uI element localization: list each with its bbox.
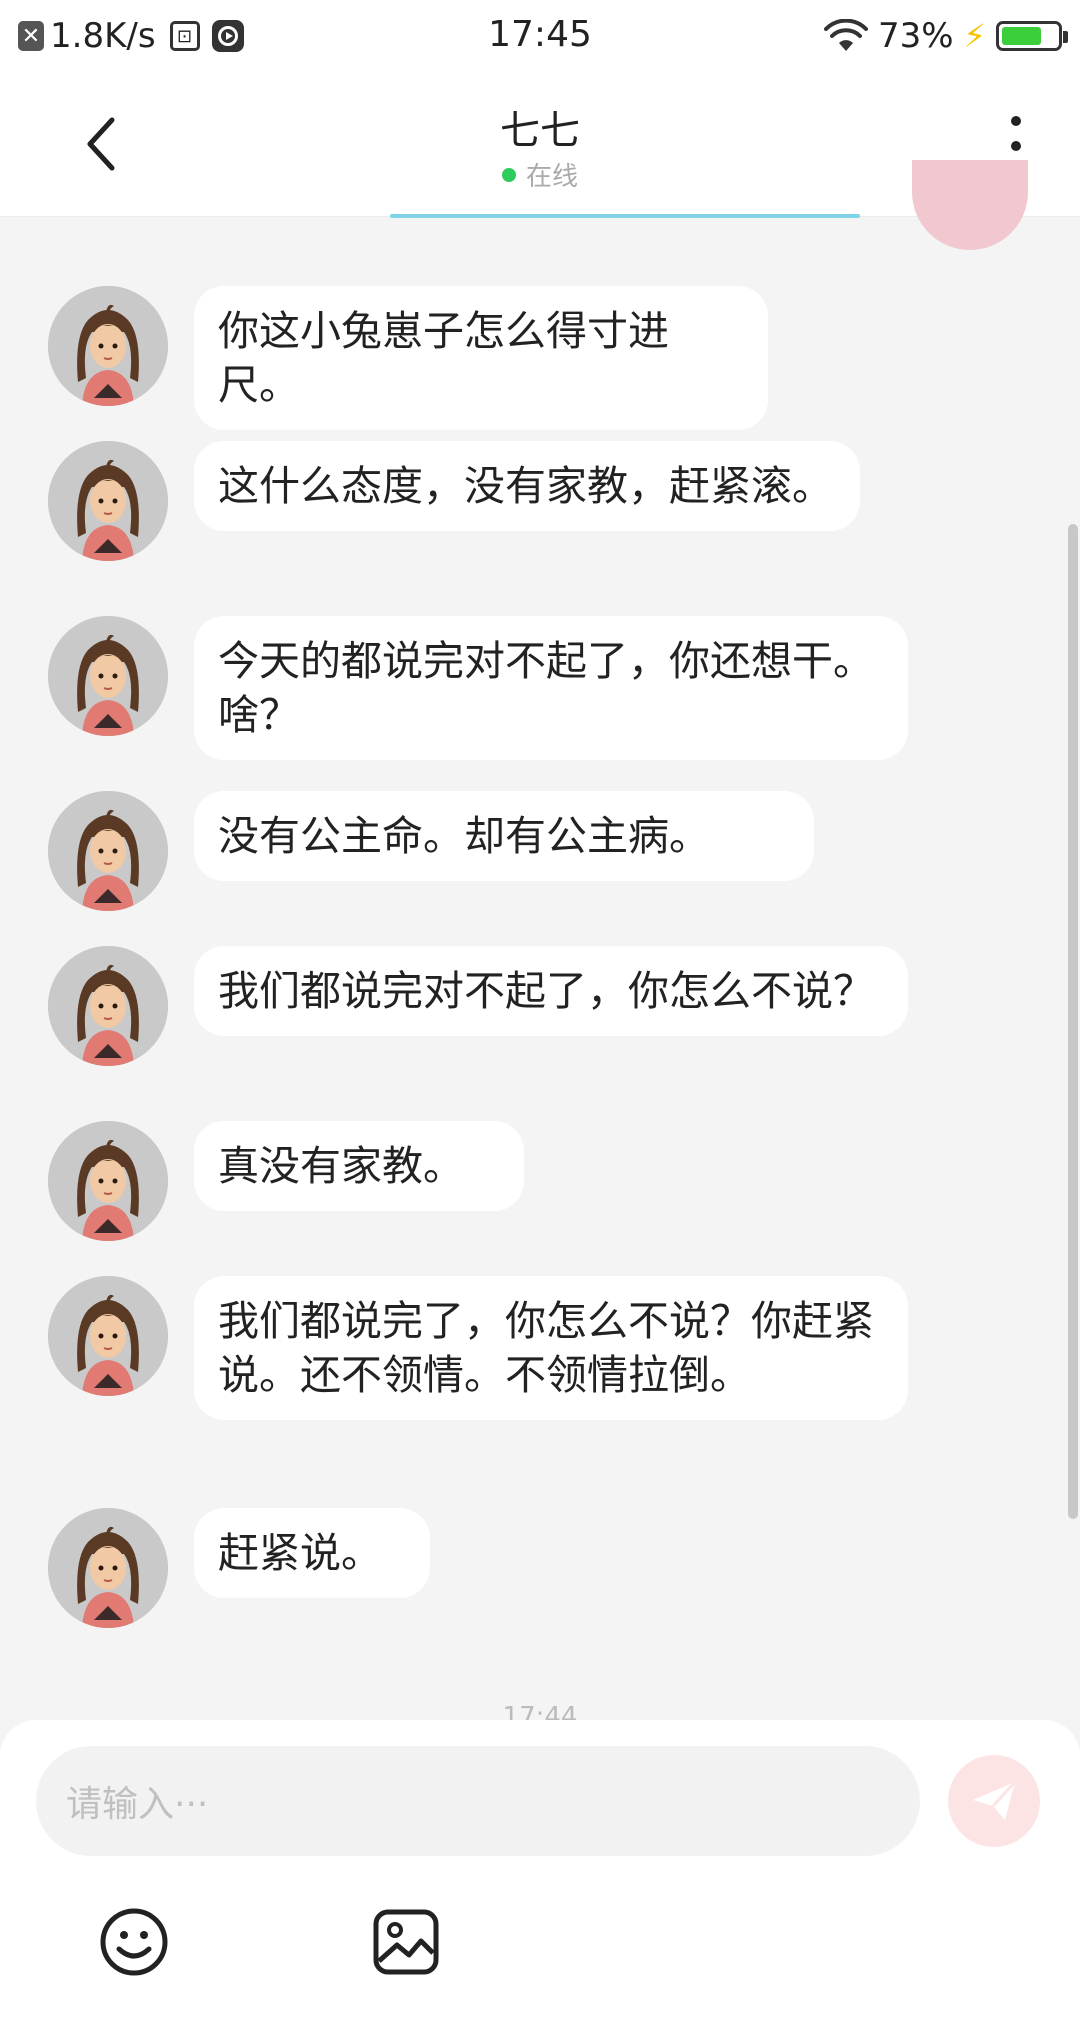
- message-bubble[interactable]: 我们都说完对不起了，你怎么不说？: [194, 946, 908, 1036]
- battery-percent: 73%: [877, 16, 954, 56]
- message-bubble[interactable]: 你这小兔崽子怎么得寸进尺。: [194, 286, 768, 430]
- avatar[interactable]: [48, 1276, 168, 1396]
- avatar[interactable]: [48, 1508, 168, 1628]
- status-bar: ✕ 1.8K/s ⊡ 17:45 73% ⚡: [0, 0, 1080, 72]
- composer: 请输入···: [0, 1720, 1080, 2034]
- avatar[interactable]: [48, 946, 168, 1066]
- battery-level: [1002, 27, 1042, 45]
- send-button[interactable]: [948, 1755, 1040, 1847]
- avatar[interactable]: [48, 286, 168, 406]
- status-right: 73% ⚡: [823, 14, 1068, 58]
- emoji-icon: [100, 1908, 168, 1976]
- message-bubble[interactable]: 今天的都说完对不起了，你还想干。啥？: [194, 616, 908, 760]
- online-dot: [501, 167, 516, 182]
- input-placeholder: 请输入···: [66, 1784, 209, 1825]
- message-input[interactable]: 请输入···: [36, 1746, 920, 1856]
- battery-icon: [996, 21, 1068, 51]
- message-bubble[interactable]: 真没有家教。: [194, 1121, 524, 1211]
- emoji-button[interactable]: [98, 1906, 170, 1978]
- avatar[interactable]: [48, 1121, 168, 1241]
- message-bubble[interactable]: 我们都说完了，你怎么不说？你赶紧说。还不领情。不领情拉倒。: [194, 1276, 908, 1420]
- message-bubble[interactable]: 没有公主命。却有公主病。: [194, 791, 814, 881]
- online-status-text: 在线: [525, 162, 578, 192]
- avatar[interactable]: [48, 791, 168, 911]
- wifi-icon: [823, 19, 868, 51]
- chat-title: 七七: [500, 108, 580, 154]
- avatar[interactable]: [48, 616, 168, 736]
- message-bubble[interactable]: 赶紧说。: [194, 1508, 430, 1598]
- image-button[interactable]: [370, 1906, 442, 1978]
- message-bubble[interactable]: 这什么态度，没有家教，赶紧滚。: [194, 441, 860, 531]
- previous-message-edge: [390, 214, 860, 218]
- scrollbar[interactable]: [1068, 524, 1078, 1519]
- my-avatar-partial: [912, 160, 1028, 250]
- timestamp: 17:44: [502, 1702, 578, 1722]
- image-icon: [373, 1909, 439, 1975]
- avatar[interactable]: [48, 441, 168, 561]
- more-vertical-icon: [1011, 116, 1021, 126]
- charging-bolt-icon: ⚡: [963, 17, 986, 55]
- send-plane-icon: [973, 1780, 1017, 1820]
